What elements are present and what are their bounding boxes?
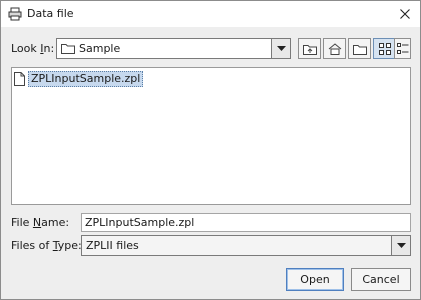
- open-button[interactable]: Open: [286, 268, 344, 291]
- file-type-dropdown-button[interactable]: [391, 236, 410, 255]
- chevron-down-icon: [276, 46, 286, 51]
- look-in-value: Sample: [79, 42, 121, 55]
- list-view-button[interactable]: [373, 38, 396, 59]
- window-title: Data file: [27, 7, 74, 20]
- new-folder-icon: [352, 44, 367, 55]
- details-view-icon: [396, 42, 408, 54]
- folder-icon: [61, 44, 75, 54]
- look-in-label: Look In:: [11, 42, 55, 55]
- file-name-input[interactable]: [82, 214, 405, 231]
- file-list[interactable]: ZPLInputSample.zpl: [11, 67, 411, 205]
- chevron-down-icon: [396, 243, 406, 248]
- up-one-level-button[interactable]: [298, 38, 321, 59]
- new-folder-button[interactable]: [348, 38, 371, 59]
- home-button[interactable]: [323, 38, 346, 59]
- list-view-icon: [378, 42, 391, 55]
- file-chooser-dialog: Data file Look In: Sample ZPLInputSample…: [0, 0, 421, 300]
- cancel-button[interactable]: Cancel: [351, 268, 411, 291]
- close-icon: [400, 9, 410, 19]
- folder-up-icon: [302, 44, 317, 55]
- title-bar[interactable]: Data file: [1, 1, 420, 27]
- file-item[interactable]: ZPLInputSample.zpl: [14, 71, 145, 87]
- close-button[interactable]: [392, 1, 418, 27]
- file-name-label: File Name:: [11, 216, 70, 229]
- file-icon: [14, 72, 25, 86]
- file-type-label: Files of Type:: [11, 239, 82, 252]
- details-view-button[interactable]: [394, 38, 411, 59]
- look-in-dropdown-button[interactable]: [271, 39, 290, 58]
- home-icon: [328, 42, 341, 55]
- file-type-value: ZPLII files: [86, 239, 139, 252]
- file-item-name: ZPLInputSample.zpl: [28, 71, 144, 87]
- file-name-field[interactable]: [81, 213, 411, 232]
- look-in-combo[interactable]: Sample: [56, 38, 291, 59]
- printer-icon: [8, 7, 22, 21]
- file-type-combo[interactable]: ZPLII files: [81, 235, 411, 256]
